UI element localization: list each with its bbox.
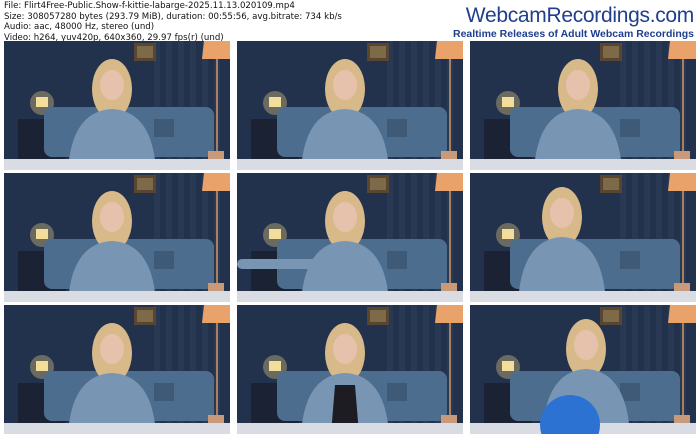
- brand-title: WebcamRecordings.com: [465, 4, 695, 27]
- video-thumbnail[interactable]: [470, 173, 696, 302]
- frame-image: [470, 305, 696, 434]
- frame-image: [237, 41, 463, 170]
- file-size: Size: 308057280 bytes (293.79 MiB), dura…: [4, 11, 342, 22]
- thumbnail-grid: [4, 41, 696, 435]
- file-name: File: Flirt4Free-Public.Show-f-kittie-la…: [4, 1, 295, 11]
- frame-image: [4, 173, 230, 302]
- video-thumbnail[interactable]: [4, 305, 230, 434]
- video-thumbnail[interactable]: [4, 41, 230, 170]
- brand-subtitle: Realtime Releases of Adult Webcam Record…: [453, 28, 694, 40]
- video-thumbnail[interactable]: [237, 41, 463, 170]
- frame-image: [470, 173, 696, 302]
- audio-info: Audio: aac, 48000 Hz, stereo (und): [4, 22, 155, 33]
- frame-image: [4, 41, 230, 170]
- frame-image: [237, 173, 463, 302]
- video-thumbnail[interactable]: [237, 305, 463, 434]
- frame-image: [4, 305, 230, 434]
- video-thumbnail[interactable]: [4, 173, 230, 302]
- frame-image: [470, 41, 696, 170]
- brand-logo: WebcamRecordings.com Realtime Releases o…: [453, 4, 694, 40]
- video-thumbnail[interactable]: [237, 173, 463, 302]
- video-thumbnail[interactable]: [470, 41, 696, 170]
- video-thumbnail[interactable]: [470, 305, 696, 434]
- frame-image: [237, 305, 463, 434]
- file-info: File: Flirt4Free-Public.Show-f-kittie-la…: [4, 1, 342, 43]
